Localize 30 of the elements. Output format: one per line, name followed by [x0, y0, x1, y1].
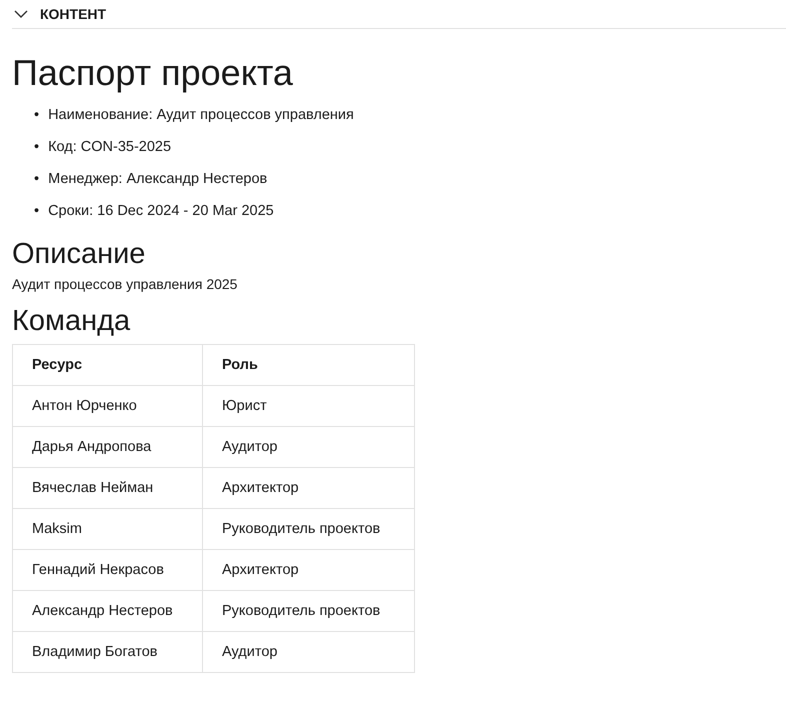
- column-header: Ресурс: [12, 344, 202, 386]
- table-cell: Дарья Андропова: [12, 426, 202, 468]
- page-title: Паспорт проекта: [12, 53, 294, 93]
- section-toggle[interactable]: КОНТЕНТ: [14, 6, 106, 22]
- table-cell: Александр Нестеров: [12, 590, 202, 632]
- chevron-icon: [14, 10, 28, 18]
- detail-item: Менеджер: Александр Нестеров: [48, 170, 268, 188]
- table-cell: Руководитель проектов: [202, 508, 414, 550]
- table-cell: Архитектор: [202, 550, 414, 591]
- section-heading: Описание: [12, 238, 146, 270]
- table-cell: Владимир Богатов: [12, 632, 202, 673]
- table-cell: Аудитор: [202, 426, 414, 468]
- table-cell: Аудитор: [202, 632, 414, 673]
- table-cell: Архитектор: [202, 468, 414, 509]
- bullet: •: [34, 170, 40, 188]
- detail-item: Наименование: Аудит процессов управления: [48, 106, 354, 124]
- bullet: •: [34, 106, 40, 124]
- table-cell: Вячеслав Нейман: [12, 468, 202, 509]
- bullet: •: [34, 138, 40, 156]
- description-text: Аудит процессов управления 2025: [12, 276, 238, 292]
- table-cell: Геннадий Некрасов: [12, 550, 202, 591]
- column-header: Роль: [202, 344, 414, 386]
- detail-item: Сроки: 16 Dec 2024 - 20 Mar 2025: [48, 202, 274, 220]
- table-cell: Антон Юрченко: [12, 386, 202, 427]
- table-cell: Руководитель проектов: [202, 590, 414, 632]
- table-cell: Юрист: [202, 386, 414, 427]
- bullet: •: [34, 202, 40, 220]
- section-heading: Команда: [12, 306, 132, 338]
- table-cell: Maksim: [12, 508, 202, 550]
- detail-item: Код: CON-35-2025: [48, 138, 172, 156]
